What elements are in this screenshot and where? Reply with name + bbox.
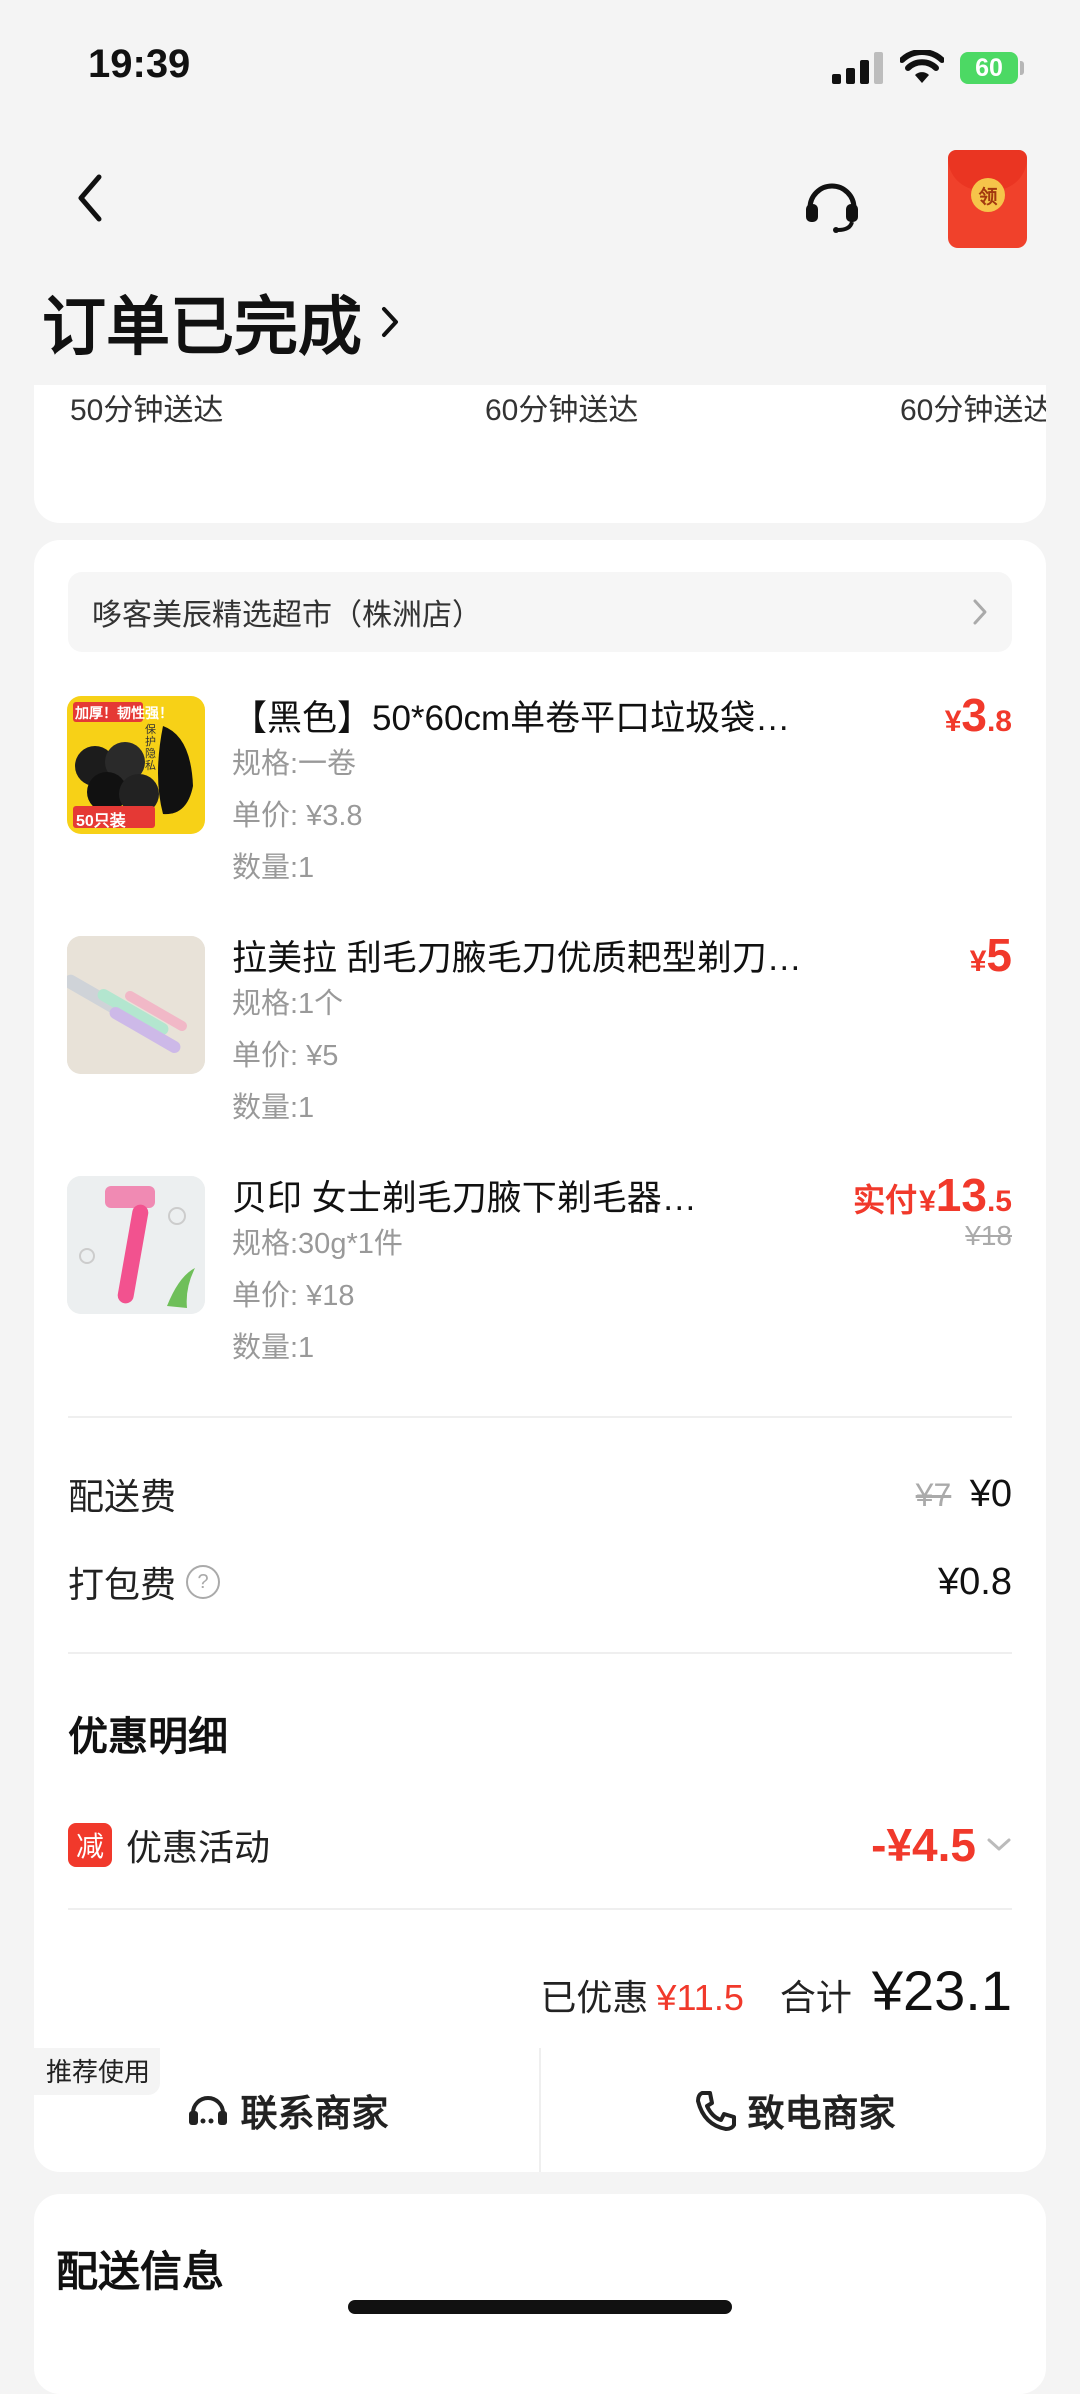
price-prefix: 实付 (853, 1182, 918, 1218)
customer-service-button[interactable] (800, 172, 864, 236)
delivery-fee-values: ¥7 ¥0 (916, 1473, 1012, 1516)
chevron-right-icon (973, 599, 987, 625)
product-thumbnail-garbage-bag: 加厚！韧性强！ 保护隐私 50只装 (67, 696, 205, 834)
product-thumbnail-women-razor (67, 1176, 205, 1314)
price-decimal: .5 (986, 1185, 1012, 1218)
order-detail-card: 哆客美辰精选超市（株洲店） 加厚！韧性强！ 保护隐私 50只装 【黑色】50*6… (34, 540, 1046, 2172)
item-quantity: 数量:1 (232, 1092, 315, 1124)
back-button[interactable] (60, 168, 120, 228)
price-integer: 13 (935, 1169, 987, 1221)
phone-icon (695, 2091, 736, 2131)
razor-image (67, 936, 205, 1074)
women-razor-image (67, 1176, 205, 1314)
thumb-text: 保护隐私 (145, 724, 156, 772)
product-thumbnail-razor (67, 936, 205, 1074)
item-unit-price: 单价: ¥5 (232, 1040, 339, 1072)
discount-badge: 减 (68, 1823, 112, 1867)
chevron-right-icon (382, 307, 398, 337)
order-item[interactable]: 贝印 女士剃毛刀腋下剃毛器… 规格:30g*1件 单价: ¥18 数量:1 实付… (34, 1169, 1046, 1406)
home-indicator[interactable] (348, 2300, 732, 2314)
delivery-fee-value: ¥0 (969, 1472, 1012, 1515)
delivery-fee-row: 配送费 ¥7 ¥0 (68, 1468, 1012, 1520)
discount-activity-row[interactable]: 减 优惠活动 -¥4.5 (68, 1818, 1012, 1872)
delivery-time-card: 50分钟送达 60分钟送达 60分钟送达 (34, 385, 1046, 523)
chevron-left-icon (78, 174, 102, 222)
packing-fee-row: 打包费 ? ¥0.8 (68, 1556, 1012, 1608)
order-status-title[interactable]: 订单已完成 (42, 276, 400, 368)
total-label: 合计 (779, 1977, 852, 2018)
total-value: ¥23.1 (871, 1959, 1012, 2022)
item-original-price: ¥18 (965, 1220, 1012, 1251)
delivery-fee-original: ¥7 (915, 1476, 952, 1513)
saved-value: ¥11.5 (656, 1977, 744, 2018)
delivery-fee-label: 配送费 (68, 1476, 177, 1517)
item-spec: 规格:一卷 (232, 748, 357, 780)
battery-tip (1020, 61, 1024, 75)
price-integer: 3 (961, 689, 987, 741)
saved-label: 已优惠 (540, 1977, 649, 2018)
store-row[interactable]: 哆客美辰精选超市（株洲店） (68, 572, 1012, 652)
delivery-option[interactable]: 60分钟送达 (900, 385, 1046, 429)
merchant-actions: 联系商家 致电商家 (34, 2048, 1046, 2172)
item-spec: 规格:1个 (232, 988, 344, 1020)
delivery-info-title: 配送信息 (56, 2248, 225, 2295)
item-unit-price: 单价: ¥3.8 (232, 800, 363, 832)
thumb-text: 加厚！韧性强！ (75, 705, 173, 721)
price-currency: ¥ (969, 945, 987, 978)
recommended-tag: 推荐使用 (34, 2048, 161, 2095)
delivery-option[interactable]: 60分钟送达 (485, 385, 638, 429)
item-spec: 规格:30g*1件 (232, 1228, 403, 1260)
price-currency: ¥ (919, 1185, 936, 1218)
call-merchant-label: 致电商家 (747, 2093, 896, 2134)
item-quantity: 数量:1 (232, 852, 315, 884)
packing-fee-label-group: 打包费 ? (68, 1556, 221, 1608)
discount-activity-value: -¥4.5 (871, 1819, 976, 1871)
order-item[interactable]: 加厚！韧性强！ 保护隐私 50只装 【黑色】50*60cm单卷平口垃圾袋… 规格… (34, 689, 1046, 926)
cellular-signal-icon (832, 52, 892, 84)
item-name: 贝印 女士剃毛刀腋下剃毛器… (232, 1179, 697, 1218)
delivery-option[interactable]: 50分钟送达 (70, 385, 223, 429)
discount-activity-value-group: -¥4.5 (871, 1818, 1012, 1872)
divider (68, 1652, 1012, 1654)
order-status-text: 订单已完成 (42, 291, 362, 363)
item-price: 实付 ¥ 13 .5 (853, 1168, 1012, 1222)
red-packet-button[interactable]: 领 (948, 150, 1027, 248)
status-time: 19:39 (88, 42, 191, 86)
item-name: 【黑色】50*60cm单卷平口垃圾袋… (232, 699, 791, 738)
chevron-down-icon (987, 1838, 1011, 1851)
packing-fee-value: ¥0.8 (938, 1560, 1012, 1603)
divider (68, 1908, 1012, 1910)
price-integer: 5 (986, 929, 1012, 981)
thumb-text: 50只装 (76, 813, 126, 830)
price-decimal: .8 (986, 705, 1012, 738)
divider (68, 1416, 1012, 1418)
price-currency: ¥ (944, 705, 962, 738)
item-unit-price: 单价: ¥18 (232, 1280, 355, 1312)
item-quantity: 数量:1 (232, 1332, 315, 1364)
help-icon[interactable]: ? (186, 1565, 221, 1599)
item-price: ¥ 3 .8 (945, 688, 1012, 742)
order-item[interactable]: 拉美拉 刮毛刀腋毛刀优质耙型剃刀… 规格:1个 单价: ¥5 数量:1 ¥ 5 (34, 929, 1046, 1166)
discount-detail-title: 优惠明细 (68, 1715, 228, 1759)
store-name: 哆客美辰精选超市（株洲店） (92, 599, 482, 632)
call-merchant-button[interactable]: 致电商家 (541, 2048, 1046, 2172)
battery-indicator: 60 (960, 52, 1018, 84)
order-total-row: 已优惠 ¥11.5 合计 ¥23.1 (540, 1958, 1012, 2023)
wifi-icon (900, 50, 944, 83)
headset-icon (806, 183, 858, 233)
packing-fee-label: 打包费 (68, 1564, 177, 1605)
discount-activity-label-group: 减 优惠活动 (68, 1819, 270, 1871)
contact-merchant-label: 联系商家 (240, 2093, 389, 2134)
item-name: 拉美拉 刮毛刀腋毛刀优质耙型剃刀… (232, 939, 802, 978)
discount-activity-label: 优惠活动 (126, 1827, 271, 1868)
delivery-info-card: 配送信息 (34, 2194, 1046, 2394)
chat-service-icon (188, 2096, 227, 2125)
item-price: ¥ 5 (970, 928, 1012, 982)
red-packet-coin: 领 (971, 178, 1005, 212)
